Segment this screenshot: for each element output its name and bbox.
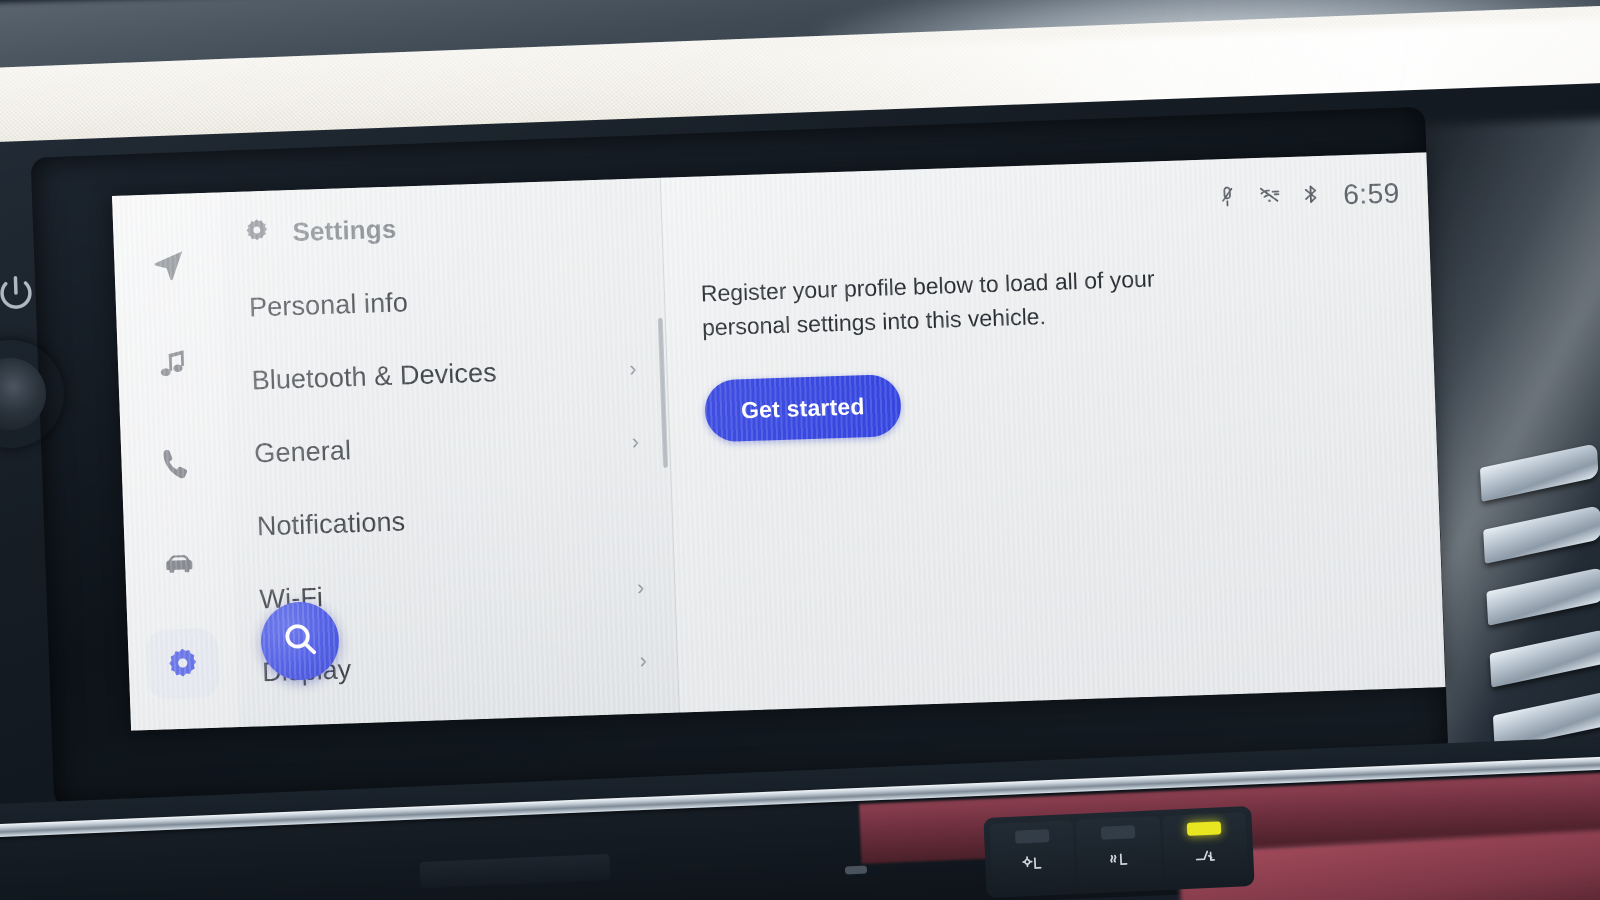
microphone-muted-icon [1214,184,1240,215]
ventilated-seat-led [1014,829,1050,844]
heated-seat-icon [1106,848,1133,880]
dash-marker [844,865,868,875]
app-rail [112,192,240,731]
status-bar-clock: 6:59 [1342,177,1401,211]
chevron-right-icon: › [631,428,640,454]
bluetooth-icon [1298,181,1323,211]
ventilated-seat-icon [1020,852,1047,884]
phone-icon [157,446,194,483]
seat-adjust-button[interactable] [1162,812,1249,884]
navigation-arrow-icon [150,246,187,283]
status-bar: 6:59 [1214,177,1401,215]
music-note-icon [153,346,190,383]
sidebar-item-settings[interactable] [145,627,221,701]
chevron-right-icon: › [639,647,648,673]
menu-item-label: Notifications [256,506,406,542]
ventilated-seat-button[interactable] [989,820,1076,892]
sidebar-item-vehicle[interactable] [142,528,216,600]
vent-louver [1489,628,1600,688]
chevron-right-icon: › [628,355,637,381]
heated-seat-button[interactable] [1075,816,1163,888]
detail-panel: 6:59 Register your profile below to load… [659,152,1446,713]
profile-description: Register your profile below to load all … [700,265,1155,341]
car-icon [161,546,198,583]
chevron-right-icon: › [636,574,645,600]
gear-icon [243,217,271,250]
sidebar-item-navigation[interactable] [131,229,205,301]
climate-button-panel [983,805,1255,899]
menu-item-label: General [253,435,352,469]
power-icon[interactable] [0,271,39,317]
sidebar-item-media[interactable] [135,329,209,401]
search-icon [279,618,321,664]
sidebar-item-phone[interactable] [138,428,212,500]
vent-louver [1483,505,1600,564]
wifi-off-icon [1256,182,1282,213]
page-title: Settings [291,213,398,247]
menu-item-label: Bluetooth & Devices [251,357,498,396]
volume-knob-face [0,356,48,432]
heated-seat-led [1100,825,1136,840]
menu-item-label: Personal info [248,287,409,323]
gear-icon [164,645,201,682]
seat-adjust-icon [1192,844,1219,876]
get-started-button[interactable]: Get started [703,374,902,443]
vent-louver [1486,566,1600,626]
infotainment-ui: Settings Personal info Bluetooth & Devic… [112,152,1446,731]
seat-adjust-led [1187,821,1222,836]
dashboard-scene: Settings Personal info Bluetooth & Devic… [0,0,1600,900]
